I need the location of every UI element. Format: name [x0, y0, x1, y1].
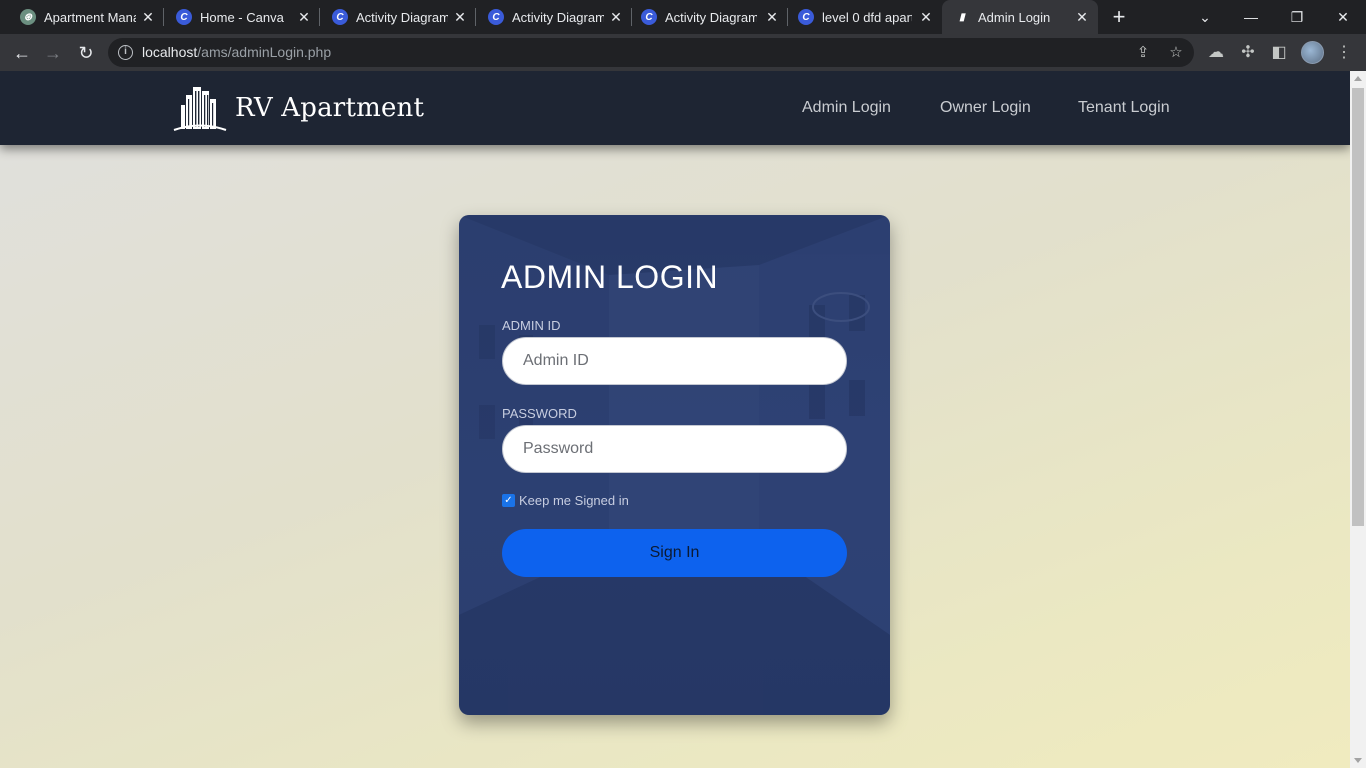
address-bar[interactable]: i localhost/ams/adminLogin.php ⇪ ☆	[108, 38, 1194, 67]
tab-strip: ⊛ Apartment Mana ✕ C Home - Canva ✕ C Ac…	[0, 0, 1366, 34]
tab-search-button[interactable]: ⌄	[1182, 0, 1228, 34]
close-icon[interactable]: ✕	[140, 9, 156, 25]
admin-id-input[interactable]	[502, 337, 847, 385]
remember-me[interactable]: ✓ Keep me Signed in	[502, 493, 629, 508]
tab-admin-login[interactable]: ▮ Admin Login ✕	[942, 0, 1098, 34]
tab-title: Admin Login	[978, 9, 1051, 25]
minimize-button[interactable]: —	[1228, 0, 1274, 34]
side-panel-icon[interactable]: ◧	[1268, 42, 1290, 64]
tab-title: Activity Diagram	[356, 9, 448, 25]
close-window-button[interactable]: ✕	[1320, 0, 1366, 34]
close-icon[interactable]: ✕	[918, 9, 934, 25]
page-viewport: RV Apartment Admin Login Owner Login Ten…	[0, 71, 1350, 768]
tab-level-0-dfd[interactable]: C level 0 dfd apartr ✕	[788, 0, 942, 34]
building-logo-icon	[173, 87, 227, 131]
canva-icon: C	[798, 9, 814, 25]
puzzle-icon[interactable]: ✣	[1237, 42, 1259, 64]
scroll-thumb[interactable]	[1352, 88, 1364, 526]
scroll-down-arrow[interactable]	[1354, 758, 1362, 763]
menu-kebab-icon[interactable]: ⋮	[1333, 42, 1355, 64]
brand-name: RV Apartment	[235, 93, 425, 123]
nav-owner-login[interactable]: Owner Login	[940, 99, 1031, 117]
canva-icon: C	[176, 9, 192, 25]
tab-title: Home - Canva	[200, 9, 284, 25]
restore-button[interactable]: ❐	[1274, 0, 1320, 34]
close-icon[interactable]: ✕	[296, 9, 312, 25]
tab-title: Activity Diagram	[665, 9, 757, 25]
canva-icon: C	[488, 9, 504, 25]
building-icon: ▮	[959, 11, 965, 23]
login-card: ADMIN LOGIN ADMIN ID PASSWORD ✓ Keep me …	[459, 215, 890, 715]
tab-title: level 0 dfd apartr	[822, 9, 912, 25]
forward-button[interactable]: →	[40, 40, 66, 66]
sign-in-button[interactable]: Sign In	[502, 529, 847, 577]
remember-label: Keep me Signed in	[519, 493, 629, 508]
tab-apartment-mana[interactable]: ⊛ Apartment Mana ✕	[0, 0, 164, 34]
back-button[interactable]: ←	[9, 40, 35, 66]
site-info-icon[interactable]: i	[118, 45, 133, 60]
chatgpt-icon: ⊛	[20, 9, 36, 25]
share-icon[interactable]: ⇪	[1134, 44, 1152, 62]
url-text[interactable]: localhost/ams/adminLogin.php	[142, 44, 331, 60]
new-tab-button[interactable]: +	[1108, 6, 1130, 28]
close-icon[interactable]: ✕	[608, 9, 624, 25]
tab-title: Apartment Mana	[44, 9, 136, 25]
canva-icon: C	[332, 9, 348, 25]
scroll-up-arrow[interactable]	[1354, 76, 1362, 81]
bookmark-star-icon[interactable]: ☆	[1167, 44, 1185, 62]
brand[interactable]: RV Apartment	[172, 83, 424, 133]
extension-icon[interactable]: ☁	[1205, 42, 1227, 64]
password-input[interactable]	[502, 425, 847, 473]
tab-title: Activity Diagram	[512, 9, 604, 25]
url-host: localhost	[142, 44, 198, 60]
password-label: PASSWORD	[502, 406, 577, 421]
login-title: ADMIN LOGIN	[501, 259, 719, 295]
close-icon[interactable]: ✕	[764, 9, 780, 25]
profile-avatar[interactable]	[1301, 41, 1324, 64]
page-scrollbar[interactable]	[1350, 71, 1366, 768]
reload-button[interactable]: ↻	[73, 40, 99, 66]
close-icon[interactable]: ✕	[452, 9, 468, 25]
nav-tenant-login[interactable]: Tenant Login	[1078, 99, 1170, 117]
canva-icon: C	[641, 9, 657, 25]
tab-activity-diagram-3[interactable]: C Activity Diagram ✕	[632, 0, 788, 34]
site-navbar: RV Apartment Admin Login Owner Login Ten…	[0, 71, 1350, 145]
close-icon[interactable]: ✕	[1074, 9, 1090, 25]
remember-checkbox[interactable]: ✓	[502, 494, 515, 507]
nav-admin-login[interactable]: Admin Login	[802, 99, 891, 117]
tab-activity-diagram-1[interactable]: C Activity Diagram ✕	[320, 0, 476, 34]
url-path: /ams/adminLogin.php	[197, 44, 332, 60]
tab-home-canva[interactable]: C Home - Canva ✕	[164, 0, 320, 34]
admin-id-label: ADMIN ID	[502, 318, 561, 333]
tab-activity-diagram-2[interactable]: C Activity Diagram ✕	[476, 0, 632, 34]
browser-toolbar: ← → ↻ i localhost/ams/adminLogin.php ⇪ ☆…	[0, 34, 1366, 71]
